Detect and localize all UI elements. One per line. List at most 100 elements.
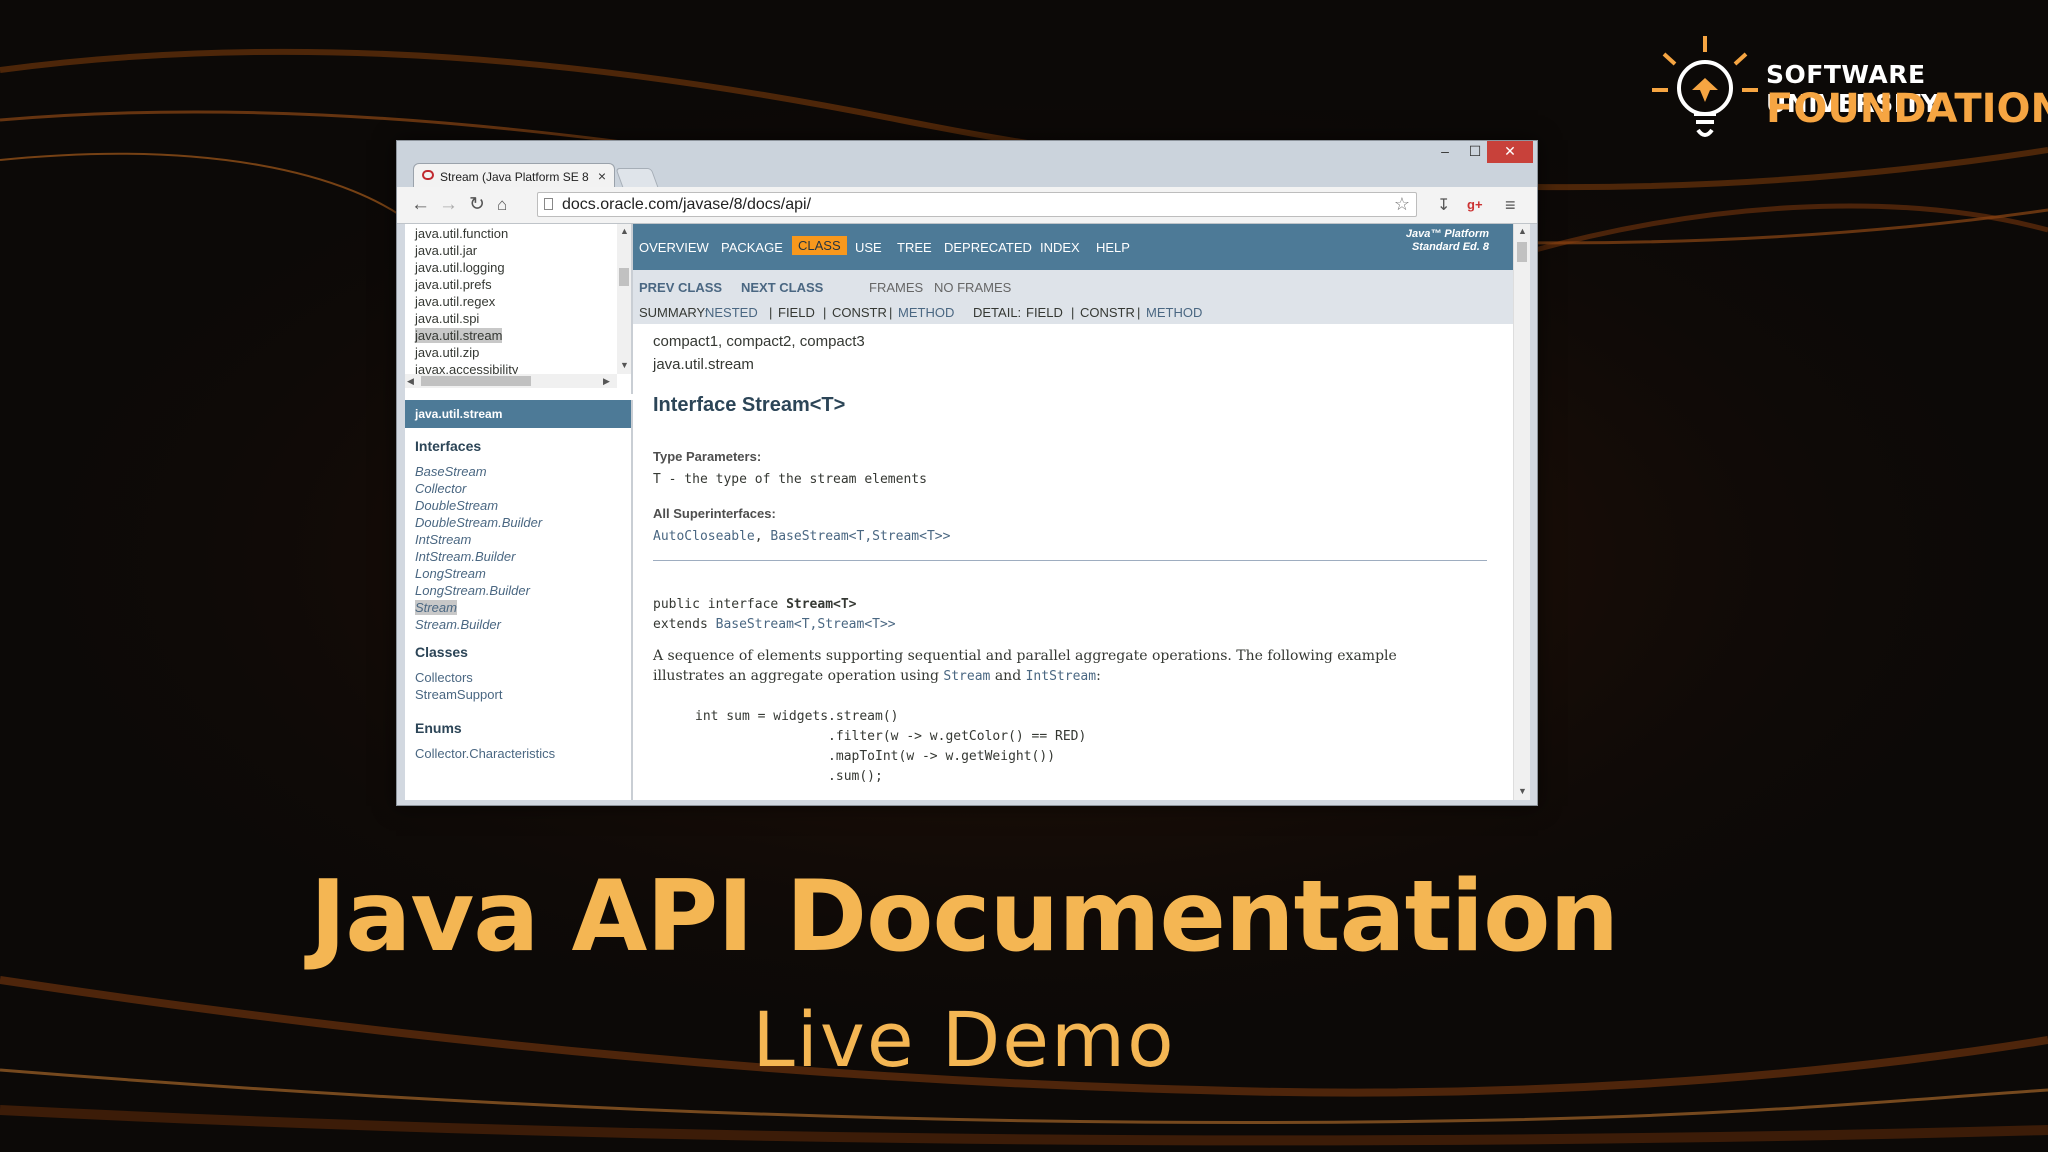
menu-icon[interactable]: ≡ xyxy=(1505,195,1516,216)
home-icon[interactable]: ⌂ xyxy=(497,195,507,214)
page-title: Interface Stream<T> xyxy=(653,394,846,416)
enums-heading: Enums xyxy=(415,720,462,736)
address-bar[interactable]: docs.oracle.com/javase/8/docs/api/ ☆ xyxy=(537,192,1417,217)
declaration-line-2: extends BaseStream<T,Stream<T>> xyxy=(653,617,896,632)
summary-field-link[interactable]: FIELD xyxy=(778,305,815,320)
prev-class-link[interactable]: PREV CLASS xyxy=(639,280,722,295)
summary-method-link[interactable]: METHOD xyxy=(898,305,954,320)
code-line-2: .filter(w -> w.getColor() == RED) xyxy=(695,729,1087,744)
stream-link[interactable]: Stream xyxy=(943,669,990,684)
frames-link[interactable]: FRAMES xyxy=(869,280,923,295)
minimize-button[interactable]: – xyxy=(1431,141,1459,163)
maximize-button[interactable]: ☐ xyxy=(1461,141,1489,163)
no-frames-link[interactable]: NO FRAMES xyxy=(934,280,1011,295)
nav-deprecated[interactable]: DEPRECATED xyxy=(944,240,1032,255)
package-link[interactable]: javax.accessibility xyxy=(415,362,518,374)
tab-strip: Stream (Java Platform SE 8 × – ☐ ✕ xyxy=(397,141,1537,189)
nav-class-active[interactable]: CLASS xyxy=(792,236,847,255)
package-link[interactable]: java.util.regex xyxy=(415,294,495,309)
oracle-favicon-icon xyxy=(422,170,434,180)
interface-link[interactable]: Stream.Builder xyxy=(415,617,501,632)
logo-text-bottom: FOUNDATION xyxy=(1766,86,2048,132)
interface-link[interactable]: IntStream.Builder xyxy=(415,549,515,564)
top-navigation-bar: OVERVIEW PACKAGE CLASS USE TREE DEPRECAT… xyxy=(633,224,1513,270)
extends-basestream-link[interactable]: BaseStream<T,Stream<T>> xyxy=(716,617,896,632)
new-tab-button[interactable] xyxy=(615,168,659,188)
package-link[interactable]: java.util.spi xyxy=(415,311,479,326)
interface-link-selected[interactable]: Stream xyxy=(415,600,457,615)
platform-line-1: Java™ Platform xyxy=(1405,228,1489,240)
description-line-2: illustrates an aggregate operation using… xyxy=(653,668,1101,684)
package-link[interactable]: java.util.zip xyxy=(415,345,479,360)
separator: | xyxy=(1137,305,1141,320)
interface-link[interactable]: DoubleStream.Builder xyxy=(415,515,542,530)
detail-field-link[interactable]: FIELD xyxy=(1026,305,1063,320)
close-window-button[interactable]: ✕ xyxy=(1487,141,1533,163)
intstream-link[interactable]: IntStream xyxy=(1026,669,1096,684)
software-university-logo: SOFTWARE UNIVERSITY FOUNDATION xyxy=(1650,30,2048,160)
extends-keyword: extends xyxy=(653,617,716,632)
detail-label: DETAIL: xyxy=(973,305,1022,320)
nav-use[interactable]: USE xyxy=(855,240,882,255)
nav-tree[interactable]: TREE xyxy=(897,240,932,255)
package-link[interactable]: java.util.prefs xyxy=(415,277,492,292)
google-plus-icon[interactable]: g+ xyxy=(1467,197,1483,212)
super-separator: , xyxy=(754,529,771,544)
interface-link[interactable]: LongStream.Builder xyxy=(415,583,530,598)
enum-link[interactable]: Collector.Characteristics xyxy=(415,746,555,761)
slide-subtitle: Live Demo xyxy=(752,995,1176,1084)
sub-navigation-bar: PREV CLASS NEXT CLASS FRAMES NO FRAMES S… xyxy=(633,270,1513,324)
interface-link[interactable]: BaseStream xyxy=(415,464,487,479)
classes-heading: Classes xyxy=(415,644,468,660)
class-link[interactable]: Collectors xyxy=(415,670,473,685)
bookmark-star-icon[interactable]: ☆ xyxy=(1394,193,1410,216)
download-icon[interactable]: ↧ xyxy=(1437,195,1450,215)
basestream-link[interactable]: BaseStream<T,Stream<T>> xyxy=(770,529,950,544)
browser-tab[interactable]: Stream (Java Platform SE 8 × xyxy=(413,163,615,189)
next-class-link[interactable]: NEXT CLASS xyxy=(741,280,823,295)
tab-title: Stream (Java Platform SE 8 xyxy=(440,170,589,184)
nav-overview[interactable]: OVERVIEW xyxy=(639,240,709,255)
nav-help[interactable]: HELP xyxy=(1096,240,1130,255)
back-icon[interactable]: ← xyxy=(411,195,430,214)
interface-link[interactable]: LongStream xyxy=(415,566,486,581)
nav-index[interactable]: INDEX xyxy=(1040,240,1080,255)
package-link-selected[interactable]: java.util.stream xyxy=(415,328,503,343)
packages-vertical-scrollbar[interactable]: ▲ ▼ xyxy=(617,224,631,374)
divider xyxy=(653,560,1487,561)
nav-package[interactable]: PACKAGE xyxy=(721,240,783,255)
description-line-1: A sequence of elements supporting sequen… xyxy=(653,648,1397,664)
summary-nested-link[interactable]: NESTED xyxy=(705,305,758,320)
scroll-thumb[interactable] xyxy=(1517,242,1527,262)
detail-method-link[interactable]: METHOD xyxy=(1146,305,1202,320)
separator: | xyxy=(889,305,893,320)
scroll-up-icon[interactable]: ▲ xyxy=(1518,226,1527,236)
packages-horizontal-scrollbar[interactable]: ◀ ▶ xyxy=(405,374,617,388)
interface-link[interactable]: DoubleStream xyxy=(415,498,498,513)
package-link[interactable]: java.util.jar xyxy=(415,243,477,258)
documentation-vertical-scrollbar[interactable]: ▲ ▼ xyxy=(1513,224,1530,800)
detail-constr-link[interactable]: CONSTR xyxy=(1080,305,1135,320)
type-param-name: T xyxy=(653,472,661,487)
compact-profiles: compact1, compact2, compact3 xyxy=(653,333,865,350)
package-link[interactable]: java.util.function xyxy=(415,226,508,241)
code-line-4: .sum(); xyxy=(695,769,883,784)
package-header[interactable]: java.util.stream xyxy=(405,400,631,428)
scroll-down-icon[interactable]: ▼ xyxy=(1518,786,1527,796)
summary-label: SUMMARY: xyxy=(639,305,709,320)
autocloseable-link[interactable]: AutoCloseable xyxy=(653,529,755,544)
interface-link[interactable]: IntStream xyxy=(415,532,471,547)
package-link[interactable]: java.util.logging xyxy=(415,260,505,275)
superinterfaces-label: All Superinterfaces: xyxy=(653,506,776,521)
summary-constr-link[interactable]: CONSTR xyxy=(832,305,887,320)
forward-icon[interactable]: → xyxy=(439,195,458,214)
tab-close-icon[interactable]: × xyxy=(598,168,606,184)
code-line-3: .mapToInt(w -> w.getWeight()) xyxy=(695,749,1056,764)
browser-window: Stream (Java Platform SE 8 × – ☐ ✕ ← → ↻… xyxy=(396,140,1538,806)
browser-toolbar: ← → ↻ ⌂ docs.oracle.com/javase/8/docs/ap… xyxy=(397,187,1537,224)
java-platform-label: Java™ Platform Standard Ed. 8 xyxy=(1406,228,1489,254)
package-classes-frame: java.util.stream Interfaces BaseStream C… xyxy=(405,400,634,800)
class-link[interactable]: StreamSupport xyxy=(415,687,502,702)
reload-icon[interactable]: ↻ xyxy=(469,195,485,214)
interface-link[interactable]: Collector xyxy=(415,481,466,496)
